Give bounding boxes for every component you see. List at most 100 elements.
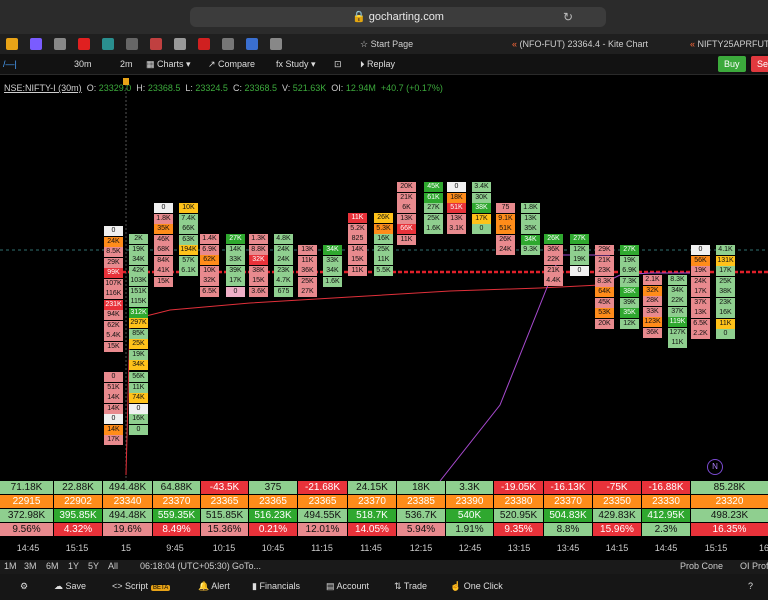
alert-button[interactable]: 🔔 Alert [198,581,230,592]
tab-kite-chart[interactable]: « (NFO-FUT) 23364.4 - Kite Chart [512,34,648,54]
stats-cell: 24.15K [348,481,396,494]
tab-nifty-fut[interactable]: « NIFTY25APRFUT | [690,34,768,54]
range-6m[interactable]: 6M [46,561,59,571]
stats-cell: 429.83K [593,509,641,522]
footprint-cell: 5.4K [104,331,123,341]
footprint-cell: 26K [374,213,393,223]
tab-start-page[interactable]: ☆ Start Page [360,34,413,54]
footprint-chart[interactable]: NSE:NIFTY-I (30m) O: 23329.0 H: 23368.5 … [0,75,768,481]
footprint-cell: 34K [668,285,687,296]
footprint-cell: 6.5K [200,286,219,297]
footprint-cell: 74K [129,393,148,403]
footprint-cell: 1.3K [249,234,268,244]
save-button[interactable]: ☁ Save [54,581,86,592]
bookmark-icon[interactable] [174,38,186,50]
footprint-cell: 7.4K [179,213,198,224]
footprint-cell: 25K [129,339,148,349]
interval-selector[interactable]: 30m [74,54,92,74]
bookmark-icon[interactable] [198,38,210,50]
footprint-cell: 13K [397,213,416,224]
buy-button[interactable]: Buy [718,56,746,72]
financials-button[interactable]: ▮ Financials [252,581,300,592]
range-1y[interactable]: 1Y [68,561,79,571]
help-icon[interactable]: ? [748,581,753,591]
interval2-selector[interactable]: 2m [120,54,133,74]
footprint-cell: 34K [323,245,342,255]
bookmark-icon[interactable] [150,38,162,50]
chart-badge[interactable]: N [707,459,723,475]
bookmark-icon[interactable] [102,38,114,50]
stats-table: 71.18K 22.88K 494.48K 64.88K -43.5K 375 -21.68… [0,481,768,537]
footprint-cell: 4.8K [274,234,293,244]
bookmark-icon[interactable] [246,38,258,50]
footprint-cell: 18K [447,192,466,203]
footprint-cell: 115K [129,297,148,307]
camera-button[interactable]: ⊡ [334,54,342,74]
stats-cell: 516.23K [249,509,297,522]
one-click-button[interactable]: ☝ One Click [450,581,503,592]
footprint-cell: 36K [298,266,317,276]
footprint-cell: 0 [104,226,123,236]
click-icon: ☝ [450,581,464,591]
footprint-cell: 10K [200,265,219,276]
footprint-cell: 24K [691,276,710,287]
footprint-cell: 5.3K [374,223,393,234]
oi-profile-toggle[interactable]: OI Prof [740,561,768,571]
footprint-cell: 0 [104,414,123,424]
bookmark-icon[interactable] [222,38,234,50]
time-axis-label: 12:15 [409,543,433,553]
footprint-cell: 16K [716,308,735,318]
footprint-cell: 20K [397,182,416,192]
replay-button[interactable]: ⏵ Replay [360,54,395,74]
footprint-cell: 0 [129,424,148,435]
footprint-cell: 2K [129,234,148,244]
trade-button[interactable]: ⇅ Trade [394,581,427,592]
footprint-cell: 6.1K [179,266,198,276]
study-button[interactable]: fx Study ▾ [276,54,316,74]
footprint-cell: 13K [691,308,710,318]
footprint-cell: 12K [620,318,639,329]
prob-cone-toggle[interactable]: Prob Cone [680,561,723,571]
lock-icon: 🔒 [352,11,369,23]
stats-cell: 12.01% [298,523,347,536]
range-1m[interactable]: 1M [4,561,17,571]
footprint-cell: 13K [298,245,317,255]
bookmark-icon[interactable] [78,38,90,50]
bookmark-icon[interactable] [126,38,138,50]
charts-button[interactable]: ▦ Charts ▾ [146,54,191,74]
footprint-cell: 39K [226,265,245,276]
stats-cell: 3.3K [446,481,493,494]
reload-icon[interactable]: ↻ [563,10,762,24]
footprint-cell: 12K [570,244,589,255]
bookmark-icon[interactable] [270,38,282,50]
bookmark-icon[interactable] [30,38,42,50]
compare-button[interactable]: ↗ Compare [208,54,255,74]
range-all[interactable]: All [108,561,118,571]
settings-icon[interactable]: ⚙ [20,581,28,592]
range-5y[interactable]: 5Y [88,561,99,571]
footprint-cell: 0 [154,203,173,213]
footprint-cell: 17K [691,287,710,297]
footprint-cell: 36K [544,244,563,255]
script-button[interactable]: <> Script BETA [112,581,171,591]
footprint-cell: 17K [226,276,245,286]
range-3m[interactable]: 3M [24,561,37,571]
sell-button[interactable]: Sell [751,56,768,72]
time-axis-label: 10:45 [261,543,285,553]
bookmark-icon[interactable] [6,38,18,50]
account-button[interactable]: ▤ Account [326,581,369,592]
time-axis-label: 12:45 [458,543,482,553]
footprint-cell: 14K [226,244,245,255]
stats-cell: 23370 [153,495,200,508]
symbol-selector[interactable]: /—| [3,54,17,74]
footprint-cell: 116K [104,289,123,299]
footprint-cell: 8.8K [249,244,268,255]
url-field[interactable]: 🔒 gocharting.com [190,7,606,27]
play-icon: ⏵ [360,59,368,69]
bookmark-icon[interactable] [54,38,66,50]
goto-button[interactable]: GoTo... [232,561,261,571]
stats-cell: 515.85K [201,509,248,522]
footprint-cell: 675 [274,286,293,297]
footprint-cell: 11K [668,338,687,348]
stats-cell: 9.35% [494,523,543,536]
